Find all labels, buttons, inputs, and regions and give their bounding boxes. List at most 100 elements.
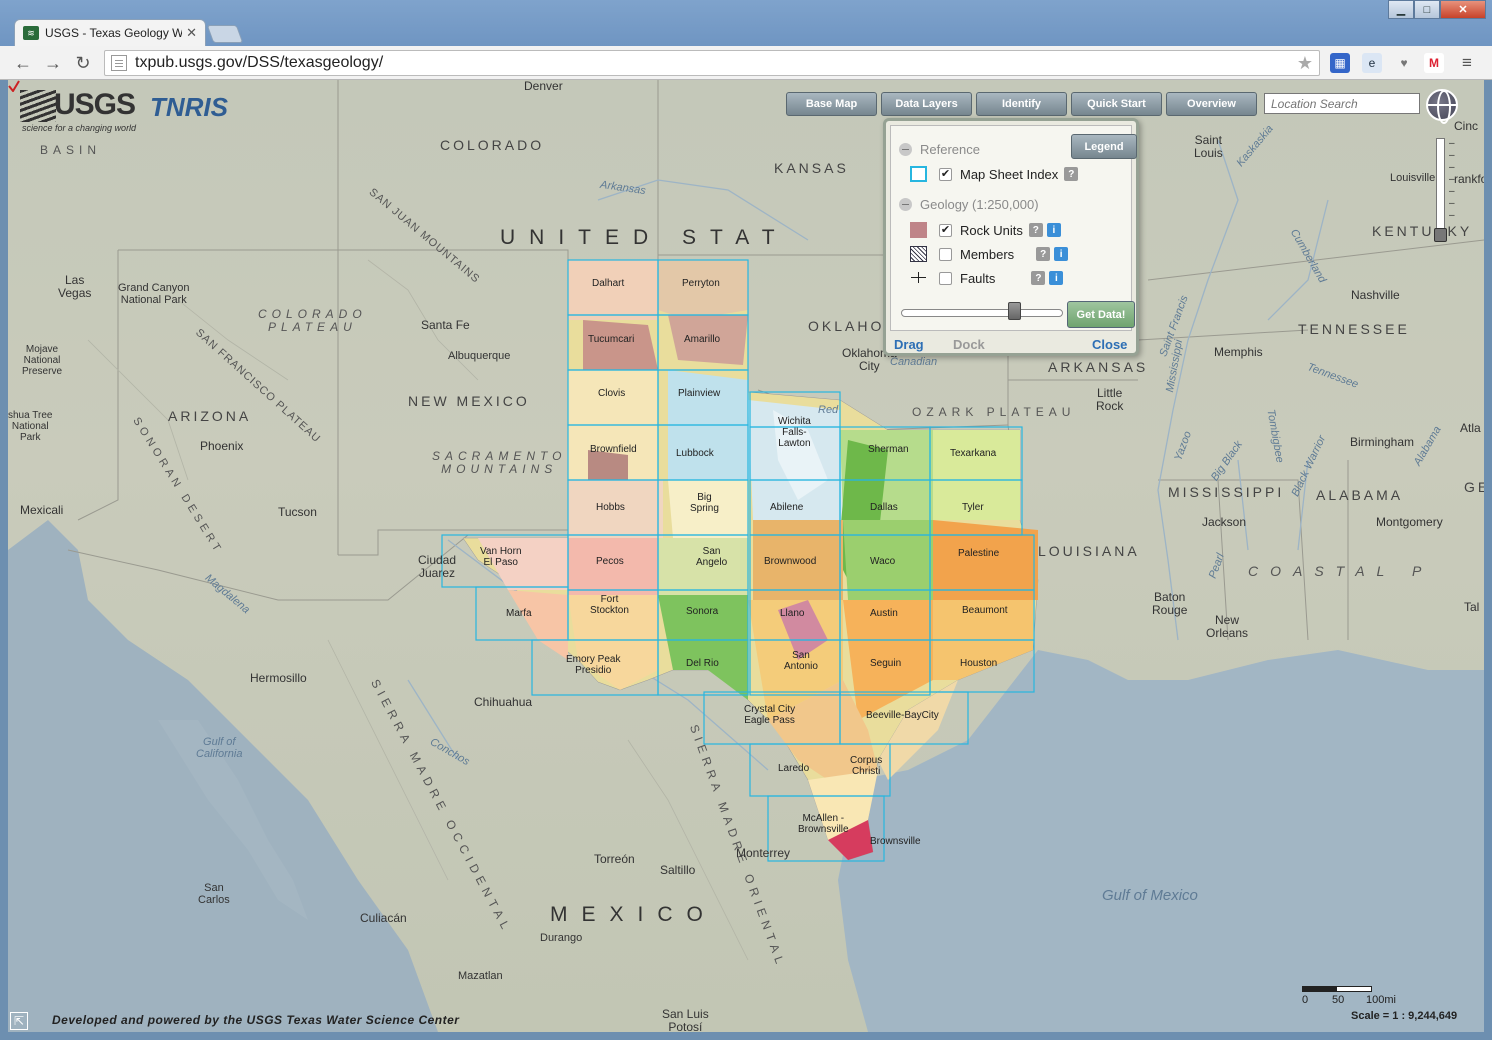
overview-button[interactable]: Overview — [1166, 92, 1257, 116]
label-tallahassee: Tal — [1464, 600, 1480, 614]
chrome-menu-icon[interactable]: ≡ — [1457, 53, 1477, 73]
label-tucson: Tucson — [278, 505, 317, 519]
collapse-icon[interactable] — [899, 198, 912, 211]
tab-close-icon[interactable]: ✕ — [186, 25, 197, 41]
quick-start-button[interactable]: Quick Start — [1071, 92, 1162, 116]
resize-corner-icon[interactable]: ⇱ — [10, 1012, 28, 1030]
sheet-label-texarkana: Texarkana — [950, 448, 997, 459]
label-montgomery: Montgomery — [1376, 515, 1443, 529]
data-layers-button[interactable]: Data Layers — [881, 92, 972, 116]
sheet-label-san-antonio: San Antonio — [784, 650, 818, 672]
location-search-input[interactable] — [1264, 93, 1420, 114]
label-canadian-river: Canadian — [890, 356, 938, 368]
info-icon[interactable]: i — [1054, 247, 1069, 261]
window-controls: ▁ □ ✕ — [1388, 0, 1486, 19]
browser-tab[interactable]: ≋ USGS - Texas Geology We ✕ — [14, 19, 206, 46]
info-icon[interactable]: i — [1046, 223, 1061, 237]
layers-list: Legend Reference ✔ Map Sheet Index ? Geo… — [890, 125, 1137, 331]
opacity-slider-handle[interactable] — [1008, 302, 1021, 320]
rock-units-checkbox[interactable]: ✔ — [939, 223, 952, 237]
address-bar[interactable]: txpub.usgs.gov/DSS/texasgeology/ ★ — [104, 50, 1320, 76]
maximize-button[interactable]: □ — [1414, 0, 1440, 19]
sheet-label-san-angelo: San Angelo — [696, 546, 728, 568]
map-canvas[interactable]: Denver COLORADO KANSAS Arkansas SAN JUAN… — [8, 80, 1484, 1032]
back-arrow-icon[interactable]: ← — [12, 52, 34, 74]
label-alabama: ALABAMA — [1316, 487, 1404, 503]
sheet-label-beaumont: Beaumont — [962, 605, 1008, 616]
geology-group-header[interactable]: Geology (1:250,000) — [899, 197, 1039, 212]
identify-button[interactable]: Identify — [976, 92, 1067, 116]
sheet-label-palestine: Palestine — [958, 548, 1000, 559]
zoom-slider[interactable] — [1436, 138, 1445, 234]
sheet-label-fort-stockton: Fort Stockton — [590, 594, 629, 616]
forward-arrow-icon[interactable]: → — [42, 52, 64, 74]
collapse-icon[interactable] — [899, 143, 912, 156]
label-gulf-of-mexico: Gulf of Mexico — [1102, 887, 1198, 904]
label-mexicali: Mexicali — [20, 503, 64, 517]
label-tennessee: TENNESSEE — [1298, 321, 1410, 337]
sheet-label-laredo: Laredo — [778, 763, 810, 774]
base-map-button[interactable]: Base Map — [786, 92, 877, 116]
reference-group-label: Reference — [920, 142, 980, 157]
sheet-label-dalhart: Dalhart — [592, 278, 625, 289]
close-panel-link[interactable]: Close — [1092, 337, 1127, 352]
browser-toolbar: ← → ↻ txpub.usgs.gov/DSS/texasgeology/ ★… — [0, 46, 1492, 80]
sheet-label-perryton: Perryton — [682, 278, 720, 289]
label-arizona: ARIZONA — [168, 408, 252, 424]
close-window-button[interactable]: ✕ — [1440, 0, 1486, 19]
globe-icon[interactable] — [1426, 89, 1458, 124]
layer-rock-units: ✔ Rock Units ? i — [910, 222, 1061, 238]
dock-link[interactable]: Dock — [953, 337, 985, 352]
url-text[interactable]: txpub.usgs.gov/DSS/texasgeology/ — [135, 54, 1297, 72]
rock-units-label: Rock Units — [960, 222, 1023, 238]
developer-credit: Developed and powered by the USGS Texas … — [52, 1013, 460, 1027]
label-mojave: Mojave National Preserve — [22, 344, 63, 377]
extension-pin-icon[interactable]: ♥ — [1394, 53, 1414, 73]
reload-icon[interactable]: ↻ — [72, 52, 94, 74]
gmail-icon[interactable]: M — [1424, 53, 1444, 73]
help-icon[interactable]: ? — [1064, 167, 1079, 181]
label-phoenix: Phoenix — [200, 439, 244, 453]
scale-ratio: Scale = 1 : 9,244,649 — [1351, 1010, 1458, 1022]
sheet-label-plainview: Plainview — [678, 388, 721, 399]
label-kansas: KANSAS — [774, 160, 849, 176]
usgs-wave-icon — [20, 90, 56, 122]
tnris-logo[interactable]: TNRIS — [150, 92, 228, 123]
legend-button[interactable]: Legend — [1071, 134, 1137, 159]
bookmark-star-icon[interactable]: ★ — [1297, 53, 1313, 74]
get-data-button[interactable]: Get Data! — [1067, 301, 1135, 328]
label-colorado-plateau: COLORADO PLATEAU — [258, 307, 367, 335]
extension-ie-icon[interactable]: e — [1362, 53, 1382, 73]
members-checkbox[interactable] — [939, 247, 952, 261]
label-kentucky: KENTUCKY — [1372, 223, 1473, 239]
data-layers-panel: Legend Reference ✔ Map Sheet Index ? Geo… — [883, 118, 1139, 356]
drag-link[interactable]: Drag — [894, 337, 924, 352]
sheet-label-tucumcari: Tucumcari — [588, 334, 635, 345]
help-icon[interactable]: ? — [1031, 271, 1046, 285]
reference-group-header[interactable]: Reference — [899, 142, 980, 157]
minimize-button[interactable]: ▁ — [1388, 0, 1414, 19]
sheet-label-emory-peak: Emory Peak Presidio — [566, 654, 621, 676]
opacity-slider[interactable] — [901, 309, 1063, 317]
extension-calendar-icon[interactable]: ▦ — [1330, 53, 1350, 73]
credit-check-icon — [8, 80, 20, 92]
map-sheet-index-checkbox[interactable]: ✔ — [939, 167, 952, 181]
scale-bar: 0 50 100mi — [1302, 986, 1396, 1006]
page-icon — [111, 55, 127, 71]
info-icon[interactable]: i — [1049, 271, 1064, 285]
help-icon[interactable]: ? — [1036, 247, 1051, 261]
zoom-slider-handle[interactable] — [1434, 228, 1447, 242]
label-memphis: Memphis — [1214, 345, 1263, 359]
label-grand-canyon: Grand Canyon National Park — [118, 282, 190, 307]
help-icon[interactable]: ? — [1028, 223, 1043, 237]
sheet-label-sherman: Sherman — [868, 444, 909, 455]
faults-checkbox[interactable] — [939, 271, 952, 285]
usgs-logo[interactable]: USGS science for a changing world — [20, 88, 148, 134]
faults-label: Faults — [960, 270, 996, 286]
new-tab-button[interactable] — [206, 25, 244, 43]
label-hermosillo: Hermosillo — [250, 671, 307, 685]
label-frankfort: rankfo — [1454, 172, 1484, 186]
label-chihuahua: Chihuahua — [474, 695, 533, 709]
label-jackson: Jackson — [1202, 515, 1247, 529]
label-joshua-tree: shua Tree National Park — [8, 410, 53, 443]
